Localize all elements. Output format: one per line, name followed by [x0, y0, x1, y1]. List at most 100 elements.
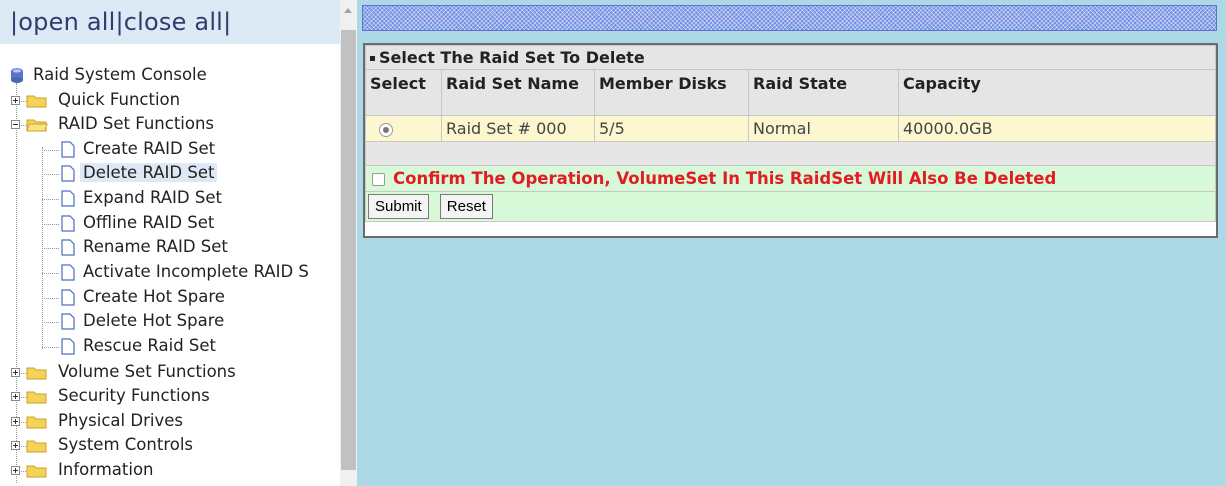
submit-button[interactable]: Submit	[368, 194, 429, 219]
folder-icon	[26, 440, 47, 453]
scrollbar-thumb[interactable]	[341, 30, 356, 470]
plus-box-icon[interactable]	[11, 392, 20, 401]
member-disks-cell: 5/5	[594, 115, 749, 142]
tree-item-label: Activate Incomplete RAID S	[83, 262, 309, 281]
tree-frame: |open all|close all| Raid System Console…	[0, 0, 340, 486]
column-header: Select	[365, 69, 442, 116]
tree-folder-information[interactable]: Information	[0, 459, 330, 483]
document-icon	[61, 165, 75, 182]
tree-item-offline-raid-set[interactable]: Offline RAID Set	[0, 212, 330, 236]
tree-item-label: Expand RAID Set	[83, 188, 222, 207]
tree-item-delete-hot-spare[interactable]: Delete Hot Spare	[0, 310, 330, 334]
scroll-up-arrow-icon[interactable]	[344, 8, 352, 13]
open-all-link[interactable]: open all	[18, 8, 115, 36]
section-title-row: Select The Raid Set To Delete	[365, 45, 1216, 70]
tree-connector	[42, 248, 59, 249]
tree-item-label: Create Hot Spare	[83, 287, 225, 306]
tree-folder-quick-function[interactable]: Quick Function	[0, 89, 330, 113]
tree-item-create-raid-set[interactable]: Create RAID Set	[0, 138, 330, 162]
select-cell	[365, 115, 442, 142]
tree-scrollbar[interactable]	[340, 0, 357, 486]
column-header: Raid State	[748, 69, 899, 116]
tree-item-create-hot-spare[interactable]: Create Hot Spare	[0, 286, 330, 310]
document-icon	[61, 338, 75, 355]
document-icon	[61, 264, 75, 281]
tree-connector	[42, 322, 59, 323]
capacity-cell: 40000.0GB	[898, 115, 1216, 142]
tree-folder-raid-set-functions[interactable]: RAID Set Functions	[0, 113, 330, 137]
open-close-links: |open all|close all|	[10, 8, 231, 36]
document-icon	[61, 239, 75, 256]
header-banner	[362, 5, 1217, 31]
tree-connector	[42, 298, 59, 299]
tree-folder-label: Volume Set Functions	[58, 362, 236, 381]
plus-box-icon[interactable]	[11, 466, 20, 475]
plus-box-icon[interactable]	[11, 368, 20, 377]
tree-folder-label: Security Functions	[58, 386, 210, 405]
plus-box-icon[interactable]	[11, 417, 20, 426]
table-row[interactable]: Raid Set # 000 5/5 Normal 40000.0GB	[365, 115, 1216, 142]
separator: |	[223, 8, 232, 36]
tree-item-delete-raid-set[interactable]: Delete RAID Set	[0, 162, 330, 186]
document-icon	[61, 289, 75, 306]
spacer-row	[365, 141, 1216, 166]
tree-folder-label: Physical Drives	[58, 411, 183, 430]
tree-root-label: Raid System Console	[33, 65, 207, 84]
confirm-cell: Confirm The Operation, VolumeSet In This…	[365, 165, 1216, 192]
tree-folder-label: Quick Function	[58, 90, 181, 109]
document-icon	[61, 313, 75, 330]
tree-connector	[42, 273, 59, 274]
section-title-text: Select The Raid Set To Delete	[379, 48, 645, 67]
tree-folder-label: Information	[58, 460, 154, 479]
confirm-label: Confirm The Operation, VolumeSet In This…	[393, 169, 1057, 188]
section-title: Select The Raid Set To Delete	[365, 45, 1216, 70]
tree-item-label: Delete RAID Set	[80, 163, 218, 182]
table-header-row: Select Raid Set Name Member Disks Raid S…	[365, 69, 1216, 116]
raid-set-radio[interactable]	[379, 122, 393, 137]
tree-item-label: Delete Hot Spare	[83, 311, 225, 330]
plus-box-icon[interactable]	[11, 441, 20, 450]
tree-item-expand-raid-set[interactable]: Expand RAID Set	[0, 187, 330, 211]
button-row: Submit Reset	[365, 191, 1216, 222]
document-icon	[61, 190, 75, 207]
open-close-bar: |open all|close all|	[0, 0, 340, 44]
tree-root[interactable]: Raid System Console	[0, 64, 330, 88]
folder-icon	[26, 367, 47, 380]
tree-connector	[42, 174, 59, 175]
tree-item-label: Offline RAID Set	[83, 213, 215, 232]
tree-item-label: Rescue Raid Set	[83, 336, 217, 355]
raid-set-table: Select The Raid Set To Delete Select Rai…	[365, 45, 1216, 222]
bullet-icon	[370, 56, 375, 61]
reset-button[interactable]: Reset	[439, 194, 493, 219]
tree-folder-physical-drives[interactable]: Physical Drives	[0, 410, 330, 434]
separator: |	[115, 8, 124, 36]
content-frame: Select The Raid Set To Delete Select Rai…	[357, 0, 1226, 486]
raid-set-name-cell: Raid Set # 000	[441, 115, 595, 142]
tree-folder-volume-set-functions[interactable]: Volume Set Functions	[0, 361, 330, 385]
folder-icon	[26, 95, 47, 108]
tree-item-rename-raid-set[interactable]: Rename RAID Set	[0, 236, 330, 260]
tree-item-label: Rename RAID Set	[83, 237, 228, 256]
tree-folder-security-functions[interactable]: Security Functions	[0, 385, 330, 409]
tree-folder-label: RAID Set Functions	[58, 114, 215, 133]
raid-state-cell: Normal	[748, 115, 899, 142]
confirm-checkbox[interactable]	[372, 173, 385, 186]
folder-icon	[26, 465, 47, 478]
minus-box-icon[interactable]	[11, 120, 20, 129]
tree-item-activate-incomplete-raid-set[interactable]: Activate Incomplete RAID S	[0, 261, 330, 285]
column-header: Capacity	[898, 69, 1216, 116]
tree-folder-label: System Controls	[58, 435, 194, 454]
tree-folder-system-controls[interactable]: System Controls	[0, 434, 330, 458]
open-folder-icon	[26, 119, 48, 132]
tree-connector	[42, 347, 59, 348]
raid-console-icon	[11, 68, 23, 83]
tree-item-rescue-raid-set[interactable]: Rescue Raid Set	[0, 335, 330, 359]
folder-icon	[26, 391, 47, 404]
button-cell: Submit Reset	[365, 191, 1216, 222]
tree-connector	[42, 224, 59, 225]
plus-box-icon[interactable]	[11, 96, 20, 105]
close-all-link[interactable]: close all	[124, 8, 223, 36]
tree-item-label: Create RAID Set	[83, 139, 216, 158]
column-header: Raid Set Name	[441, 69, 595, 116]
document-icon	[61, 215, 75, 232]
